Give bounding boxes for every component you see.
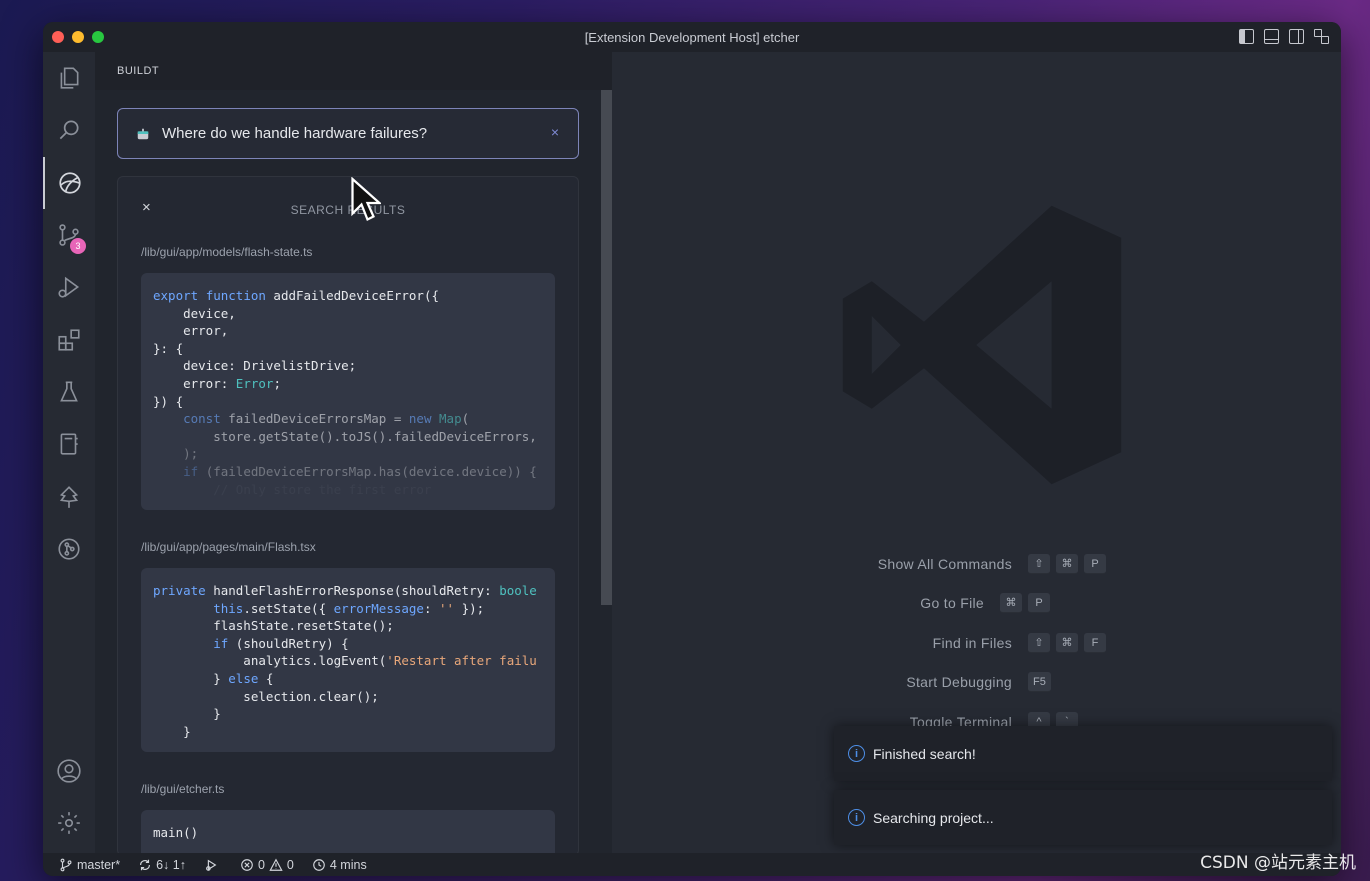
watermark-text: CSDN @站元素主机 bbox=[1200, 853, 1356, 873]
debug-alt-icon bbox=[206, 859, 217, 871]
settings-gear-icon[interactable] bbox=[43, 797, 95, 849]
search-icon[interactable] bbox=[43, 104, 95, 156]
branch-status[interactable]: master* bbox=[59, 858, 120, 872]
account-icon[interactable] bbox=[43, 745, 95, 797]
status-bar: master* 6↓ 1↑ 0 0 4 mins bbox=[43, 853, 1341, 876]
shortcut-start-debugging[interactable]: Start Debugging F5 bbox=[612, 672, 1057, 692]
code-snippet[interactable]: private handleFlashErrorResponse(shouldR… bbox=[141, 568, 555, 752]
search-query-box[interactable]: Where do we handle hardware failures? × bbox=[117, 108, 579, 159]
toggle-panel-icon[interactable] bbox=[1264, 29, 1279, 44]
source-control-badge: 3 bbox=[70, 238, 86, 254]
explorer-icon[interactable] bbox=[43, 52, 95, 104]
layout-controls bbox=[1239, 29, 1329, 44]
warning-icon bbox=[269, 858, 283, 871]
search-results-panel: × SEARCH RESULTS /lib/gui/app/models/fla… bbox=[117, 176, 579, 856]
title-bar: [Extension Development Host] etcher bbox=[43, 22, 1341, 52]
key-cap: P bbox=[1028, 593, 1050, 613]
tree-icon[interactable] bbox=[43, 471, 95, 523]
key-cap: ⌘ bbox=[1000, 593, 1022, 613]
toggle-primary-sidebar-icon[interactable] bbox=[1239, 29, 1254, 44]
search-query-text: Where do we handle hardware failures? bbox=[162, 125, 428, 142]
shortcut-label: Show All Commands bbox=[877, 556, 1012, 572]
editor-area: Show All Commands ⇧ ⌘ P Go to File ⌘ P F… bbox=[612, 52, 1341, 853]
result-file-path[interactable]: /lib/gui/etcher.ts bbox=[141, 782, 224, 796]
key-cap: F bbox=[1084, 633, 1106, 653]
key-cap: ⌘ bbox=[1056, 554, 1078, 574]
maximize-window-button[interactable] bbox=[92, 31, 104, 43]
sidebar-scrollbar[interactable] bbox=[601, 90, 612, 605]
sync-status[interactable]: 6↓ 1↑ bbox=[138, 858, 186, 872]
key-cap: P bbox=[1084, 554, 1106, 574]
shortcut-go-to-file[interactable]: Go to File ⌘ P bbox=[584, 593, 1056, 613]
mouse-cursor-icon bbox=[351, 177, 381, 222]
window-title: [Extension Development Host] etcher bbox=[584, 29, 800, 45]
shortcut-label: Start Debugging bbox=[906, 674, 1012, 690]
code-snippet[interactable]: main() bbox=[141, 810, 555, 855]
sidebar-title: BUILDT bbox=[117, 65, 160, 77]
app-window: [Extension Development Host] etcher 3 BU… bbox=[43, 22, 1341, 876]
results-title: SEARCH RESULTS bbox=[290, 203, 406, 217]
toggle-secondary-sidebar-icon[interactable] bbox=[1289, 29, 1304, 44]
activity-bar: 3 bbox=[43, 52, 95, 853]
shortcut-label: Find in Files bbox=[932, 635, 1012, 651]
error-count: 0 bbox=[257, 857, 265, 872]
key-cap: F5 bbox=[1028, 672, 1051, 692]
minimize-window-button[interactable] bbox=[72, 31, 84, 43]
window-controls bbox=[52, 31, 104, 43]
error-icon bbox=[241, 858, 253, 871]
sync-icon bbox=[140, 859, 151, 870]
shortcut-show-all-commands[interactable]: Show All Commands ⇧ ⌘ P bbox=[612, 554, 1112, 574]
code-snippet[interactable]: export function addFailedDeviceError({ d… bbox=[141, 273, 555, 510]
branch-name: master* bbox=[77, 857, 121, 872]
notification-text: Searching project... bbox=[873, 809, 994, 826]
notebook-icon[interactable] bbox=[43, 418, 95, 470]
notification-toast[interactable]: i Searching project... bbox=[834, 790, 1332, 845]
testing-flask-icon[interactable] bbox=[43, 366, 95, 418]
result-file-path[interactable]: /lib/gui/app/pages/main/Flash.tsx bbox=[141, 540, 316, 554]
problems-status[interactable]: 0 0 bbox=[240, 858, 294, 872]
info-icon: i bbox=[848, 745, 865, 762]
robot-icon bbox=[137, 128, 149, 139]
run-debug-icon[interactable] bbox=[43, 261, 95, 313]
history-icon bbox=[313, 858, 325, 871]
key-cap: ⇧ bbox=[1028, 633, 1050, 653]
git-graph-icon[interactable] bbox=[43, 523, 95, 575]
notification-toast[interactable]: i Finished search! bbox=[834, 726, 1332, 781]
customize-layout-icon[interactable] bbox=[1314, 29, 1329, 44]
close-window-button[interactable] bbox=[52, 31, 64, 43]
sync-counts: 6↓ 1↑ bbox=[156, 857, 186, 872]
debug-status[interactable] bbox=[204, 858, 222, 872]
time-status[interactable]: 4 mins bbox=[312, 858, 367, 872]
vscode-logo-watermark bbox=[842, 205, 1122, 485]
shortcut-label: Go to File bbox=[920, 595, 984, 611]
clear-query-button[interactable]: × bbox=[551, 124, 559, 140]
key-cap: ⇧ bbox=[1028, 554, 1050, 574]
git-branch-icon bbox=[60, 858, 72, 871]
info-icon: i bbox=[848, 809, 865, 826]
shortcut-find-in-files[interactable]: Find in Files ⇧ ⌘ F bbox=[612, 633, 1112, 653]
notification-text: Finished search! bbox=[873, 745, 976, 762]
warning-count: 0 bbox=[286, 857, 294, 872]
source-control-icon[interactable]: 3 bbox=[43, 209, 95, 261]
elapsed-time: 4 mins bbox=[329, 857, 367, 872]
extensions-icon[interactable] bbox=[43, 314, 95, 366]
sidebar-panel: BUILDT Where do we handle hardware failu… bbox=[95, 52, 612, 856]
sidebar-header bbox=[95, 52, 612, 90]
buildt-icon[interactable] bbox=[43, 157, 95, 209]
key-cap: ⌘ bbox=[1056, 633, 1078, 653]
result-file-path[interactable]: /lib/gui/app/models/flash-state.ts bbox=[141, 245, 312, 259]
